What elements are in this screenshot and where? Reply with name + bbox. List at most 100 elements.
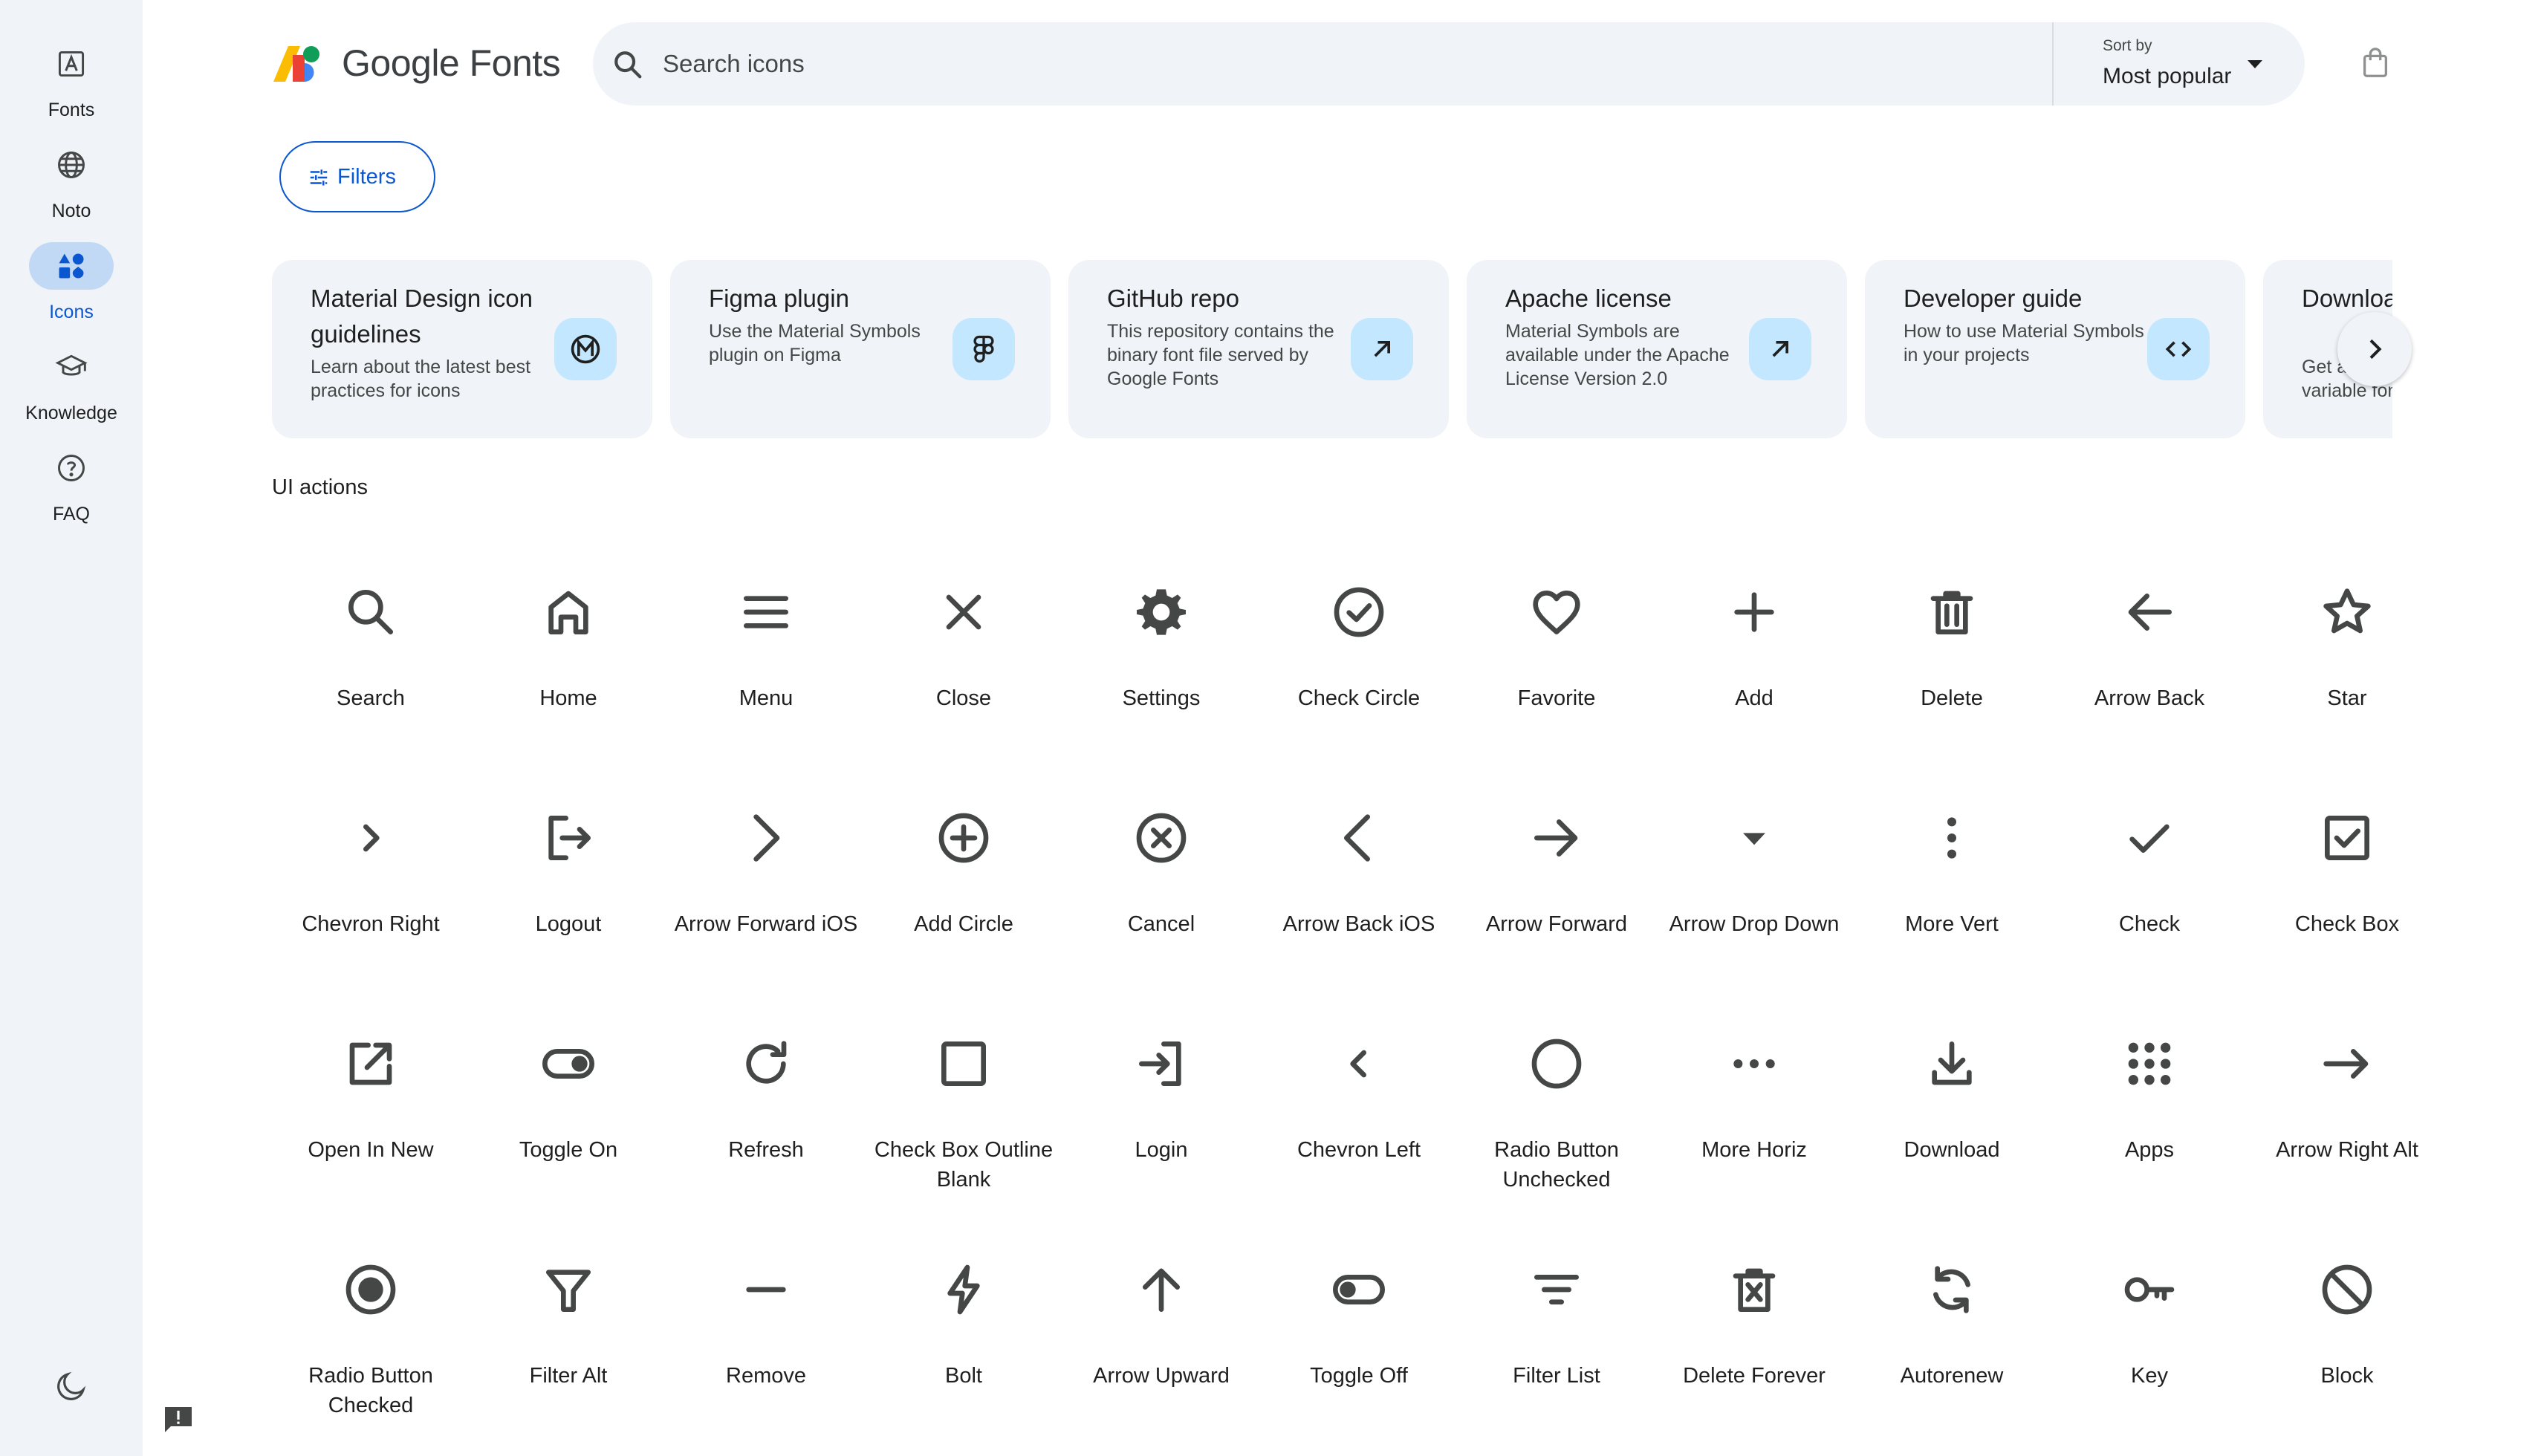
icon-tile-autorenew[interactable]: Autorenew [1853,1235,2051,1456]
icon-label: Check Circle [1297,686,1421,710]
resource-carousel: Material Design icon guidelines Learn ab… [272,260,2392,438]
toggle-on-icon [542,1049,594,1079]
icon-tile-radio-button-checked[interactable]: Radio Button Checked [272,1235,470,1456]
icon-tile-more-vert[interactable]: More Vert [1853,783,2051,1009]
icon-label: Toggle On [519,1138,618,1162]
search-input[interactable] [663,42,2000,86]
rail-item-knowledge[interactable]: Knowledge [0,333,143,429]
navigation-rail: Fonts Noto Icons Knowledge FAQ [0,0,143,1456]
rail-item-icons[interactable]: Icons [0,232,143,328]
home-icon [548,591,588,634]
icon-tile-radio-button-unchecked[interactable]: Radio Button Unchecked [1458,1009,1655,1235]
icon-tile-check-box[interactable]: Check Box [2248,783,2446,1009]
icon-tile-refresh[interactable]: Refresh [667,1009,865,1235]
arrow-outward-icon [1772,341,1788,357]
google-fonts-logo-icon[interactable] [272,43,321,83]
icon-label: Apps [2124,1138,2175,1162]
card-title: Material Design icon guidelines [311,285,533,348]
icon-tile-check[interactable]: Check [2051,783,2248,1009]
chevron-right-icon [363,824,380,852]
icon-tile-favorite[interactable]: Favorite [1458,557,1655,783]
icon-label: Search [337,686,405,710]
icon-tile-arrow-drop-down[interactable]: Arrow Drop Down [1655,783,1853,1009]
icon-label: Check [2118,912,2181,936]
brand-name[interactable]: Google Fonts [342,42,561,85]
icon-tile-settings[interactable]: Settings [1062,557,1260,783]
icon-tile-search[interactable]: Search [272,557,470,783]
icon-tile-remove[interactable]: Remove [667,1235,865,1456]
icon-label: Delete [1921,686,1983,710]
icon-tile-login[interactable]: Login [1062,1009,1260,1235]
icon-tile-delete-forever[interactable]: Delete Forever [1655,1235,1853,1456]
icon-tile-check-circle[interactable]: Check Circle [1260,557,1458,783]
icon-label: Arrow Forward [1485,912,1628,936]
icon-tile-key[interactable]: Key [2051,1235,2248,1456]
delete-forever-icon [1733,1268,1776,1312]
icon-tile-toggle-on[interactable]: Toggle On [470,1009,667,1235]
icon-tile-check-box-outline-blank[interactable]: Check Box Outline Blank [865,1009,1062,1235]
filters-button[interactable]: Filters [279,141,435,212]
icon-tile-add[interactable]: Add [1655,557,1853,783]
card-material-guidelines[interactable]: Material Design icon guidelines Learn ab… [272,260,652,438]
arrow-drop-down-icon [1743,833,1765,845]
delete-icon [1930,591,1973,634]
icon-label: Open In New [308,1138,434,1162]
icon-tile-filter-list[interactable]: Filter List [1458,1235,1655,1456]
check-circle-icon [1334,587,1384,637]
arrow-forward-ios-icon [753,814,780,862]
card-figma-plugin[interactable]: Figma plugin Use the Material Symbols pl… [670,260,1051,438]
icon-label: Arrow Back iOS [1282,912,1435,936]
shopping-bag-icon[interactable] [2358,46,2392,80]
icon-tile-arrow-upward[interactable]: Arrow Upward [1062,1235,1260,1456]
icon-tile-download[interactable]: Download [1853,1009,2051,1235]
icon-label: Download [1904,1138,2000,1162]
icon-tile-arrow-forward[interactable]: Arrow Forward [1458,783,1655,1009]
icon-label: Add Circle [914,912,1013,936]
icon-tile-star[interactable]: Star [2248,557,2446,783]
icon-tile-menu[interactable]: Menu [667,557,865,783]
icon-label: Bolt [945,1364,982,1388]
icon-tile-add-circle[interactable]: Add Circle [865,783,1062,1009]
icon-tile-apps[interactable]: Apps [2051,1009,2248,1235]
icon-tile-delete[interactable]: Delete [1853,557,2051,783]
icon-tile-cancel[interactable]: Cancel [1062,783,1260,1009]
icon-label: Remove [726,1364,806,1388]
icon-tile-home[interactable]: Home [470,557,667,783]
icon-tile-chevron-right[interactable]: Chevron Right [272,783,470,1009]
icon-tile-bolt[interactable]: Bolt [865,1235,1062,1456]
icon-tile-chevron-left[interactable]: Chevron Left [1260,1009,1458,1235]
card-github-repo[interactable]: GitHub repo This repository contains the… [1068,260,1449,438]
carousel-next-button[interactable] [2337,312,2412,386]
rail-item-fonts[interactable]: Fonts [0,30,143,126]
card-badge [1351,318,1413,380]
arrow-right-alt-icon [2323,1049,2369,1079]
icon-tile-toggle-off[interactable]: Toggle Off [1260,1235,1458,1456]
icon-tile-logout[interactable]: Logout [470,783,667,1009]
card-developer-guide[interactable]: Developer guide How to use Material Symb… [1865,260,2245,438]
arrow-outward-icon [1374,341,1390,357]
autorenew-icon [1933,1266,1970,1313]
icon-tile-close[interactable]: Close [865,557,1062,783]
rail-item-faq[interactable]: FAQ [0,434,143,530]
card-title: GitHub repo [1107,285,1239,312]
rail-label-faq: FAQ [52,504,90,524]
rail-item-noto[interactable]: Noto [0,131,143,227]
feedback-icon[interactable] [162,1404,195,1434]
icon-label: Arrow Forward iOS [674,912,858,936]
icon-tile-arrow-forward-ios[interactable]: Arrow Forward iOS [667,783,865,1009]
icon-tile-open-in-new[interactable]: Open In New [272,1009,470,1235]
icon-tile-arrow-back[interactable]: Arrow Back [2051,557,2248,783]
add-circle-icon [938,813,989,863]
icon-label: More Horiz [1701,1138,1807,1162]
material-logo-icon [571,334,600,364]
icon-tile-block[interactable]: Block [2248,1235,2446,1456]
icon-tile-more-horiz[interactable]: More Horiz [1655,1009,1853,1235]
dark-mode-icon[interactable] [53,1368,89,1404]
icon-tile-filter-alt[interactable]: Filter Alt [470,1235,667,1456]
icon-tile-arrow-back-ios[interactable]: Arrow Back iOS [1260,783,1458,1009]
card-apache-license[interactable]: Apache license Material Symbols are avai… [1467,260,1847,438]
bolt-icon [947,1264,980,1315]
icon-tile-arrow-right-alt[interactable]: Arrow Right Alt [2248,1009,2446,1235]
rail-label-icons: Icons [49,302,94,322]
chevron-left-icon [1350,1050,1366,1078]
